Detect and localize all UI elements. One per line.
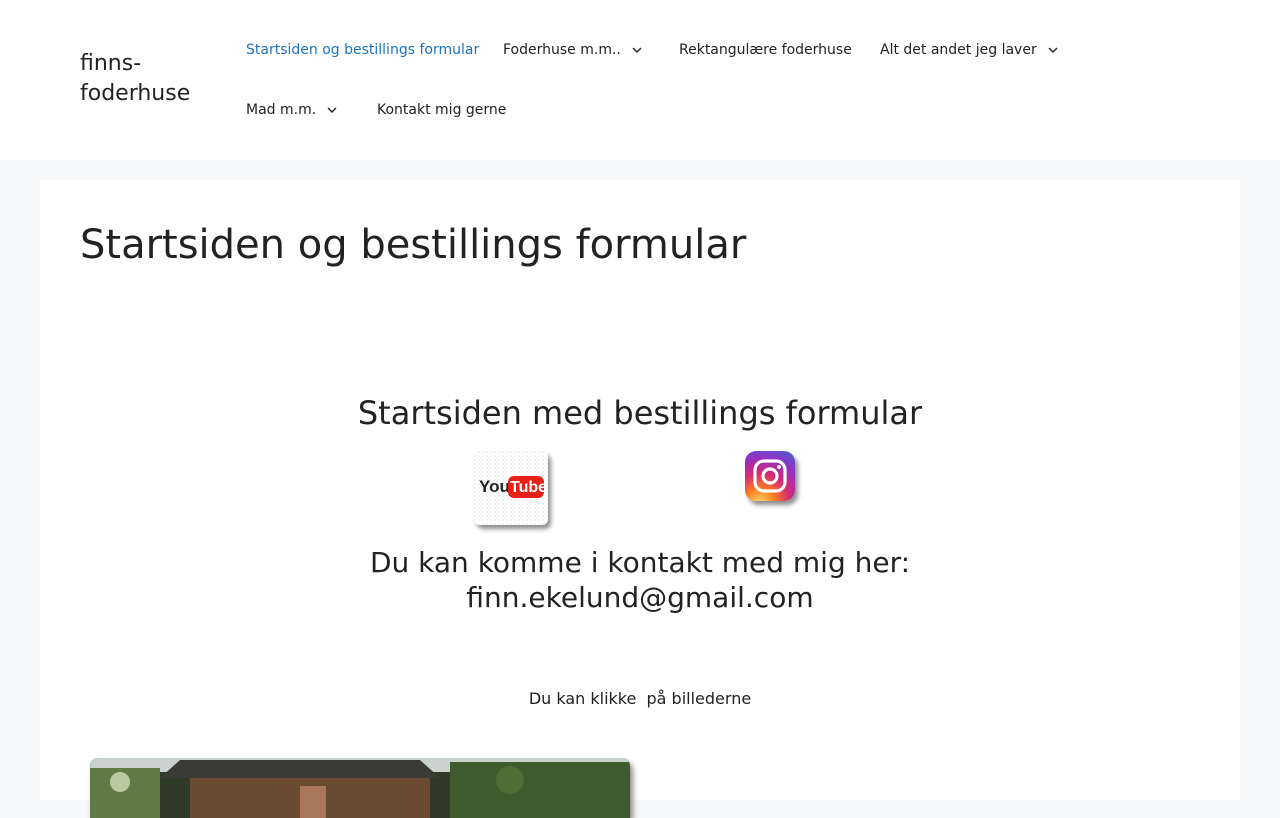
nav-item-label: Startsiden og bestillings formular (246, 42, 480, 58)
contact-email[interactable]: finn.ekelund@gmail.com (40, 580, 1240, 615)
youtube-icon[interactable]: You Tube (474, 451, 548, 525)
content-area: Startsiden og bestillings formular Start… (40, 180, 1240, 818)
click-hint-text: Du kan klikke på billederne (528, 689, 752, 708)
contact-line: Du kan komme i kontakt med mig her: (369, 546, 911, 579)
chevron-down-icon (326, 104, 338, 116)
nav-item-mad[interactable]: Mad m.m. (246, 100, 338, 120)
instagram-icon[interactable] (745, 451, 795, 501)
nav-item-rektangulaere[interactable]: Rektangulære foderhuse (679, 40, 852, 60)
page-title: Startsiden og bestillings formular (80, 222, 747, 268)
youtube-logo-text: You (479, 477, 510, 496)
feeder-house-photo[interactable] (90, 758, 630, 818)
site-header: finns-foderhuse Startsiden og bestilling… (0, 0, 1280, 160)
nav-item-label: Rektangulære foderhuse (679, 42, 852, 58)
nav-item-kontakt[interactable]: Kontakt mig gerne (377, 100, 506, 120)
site-title[interactable]: finns-foderhuse (80, 49, 220, 109)
chevron-down-icon (1047, 44, 1059, 56)
youtube-logo-text: Tube (510, 479, 547, 496)
chevron-down-icon (631, 44, 643, 56)
nav-item-label: Mad m.m. (246, 102, 317, 118)
section-heading: Startsiden med bestillings formular (357, 394, 923, 432)
nav-item-label: Foderhuse m.m.. (503, 42, 621, 58)
nav-item-startsiden[interactable]: Startsiden og bestillings formular (246, 40, 479, 60)
nav-item-label: Alt det andet jeg laver (880, 42, 1037, 58)
nav-item-foderhuse[interactable]: Foderhuse m.m.. (503, 40, 643, 60)
contact-heading: Du kan komme i kontakt med mig her: finn… (40, 545, 1240, 615)
nav-item-label: Kontakt mig gerne (377, 102, 507, 118)
nav-item-alt-det-andet[interactable]: Alt det andet jeg laver (880, 40, 1059, 60)
